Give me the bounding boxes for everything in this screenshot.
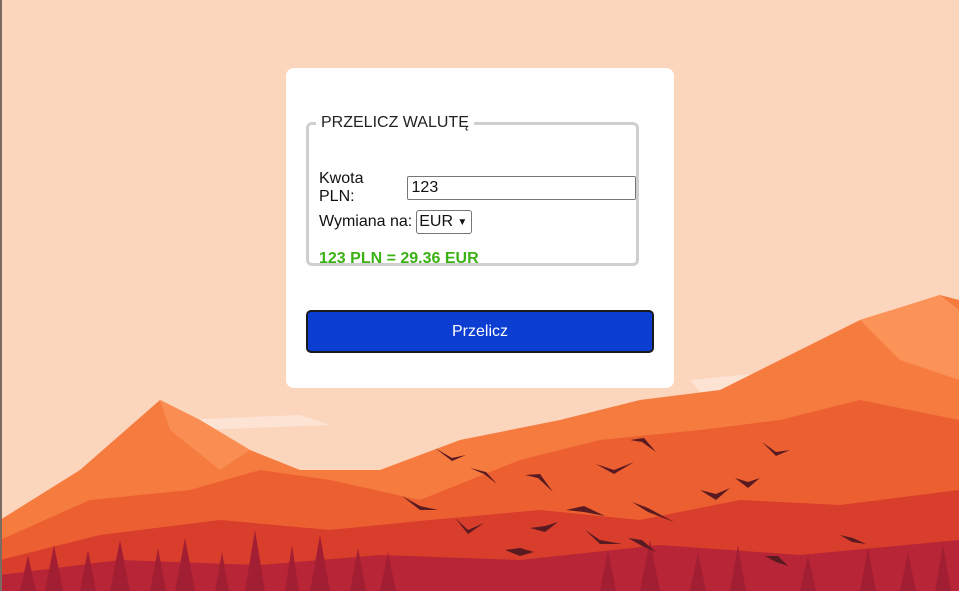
- amount-input[interactable]: [406, 176, 636, 200]
- conversion-result: 123 PLN = 29.36 EUR: [319, 250, 479, 267]
- window-edge: [0, 0, 2, 591]
- chevron-down-icon: ▼: [457, 216, 468, 228]
- converter-fieldset: PRZELICZ WALUTĘ Kwota PLN: Wymiana na: E…: [306, 114, 639, 267]
- amount-label: Kwota PLN:: [319, 170, 364, 205]
- exchange-label: Wymiana na:: [319, 213, 413, 230]
- amount-row: Kwota PLN:: [319, 170, 636, 206]
- currency-select[interactable]: EUR ▼: [416, 210, 473, 234]
- fieldset-legend: PRZELICZ WALUTĘ: [321, 114, 469, 131]
- converter-card: PRZELICZ WALUTĘ Kwota PLN: Wymiana na: E…: [286, 68, 674, 388]
- exchange-row: Wymiana na: EUR ▼: [319, 210, 473, 234]
- currency-select-value: EUR: [419, 213, 454, 230]
- convert-button[interactable]: Przelicz: [306, 310, 654, 353]
